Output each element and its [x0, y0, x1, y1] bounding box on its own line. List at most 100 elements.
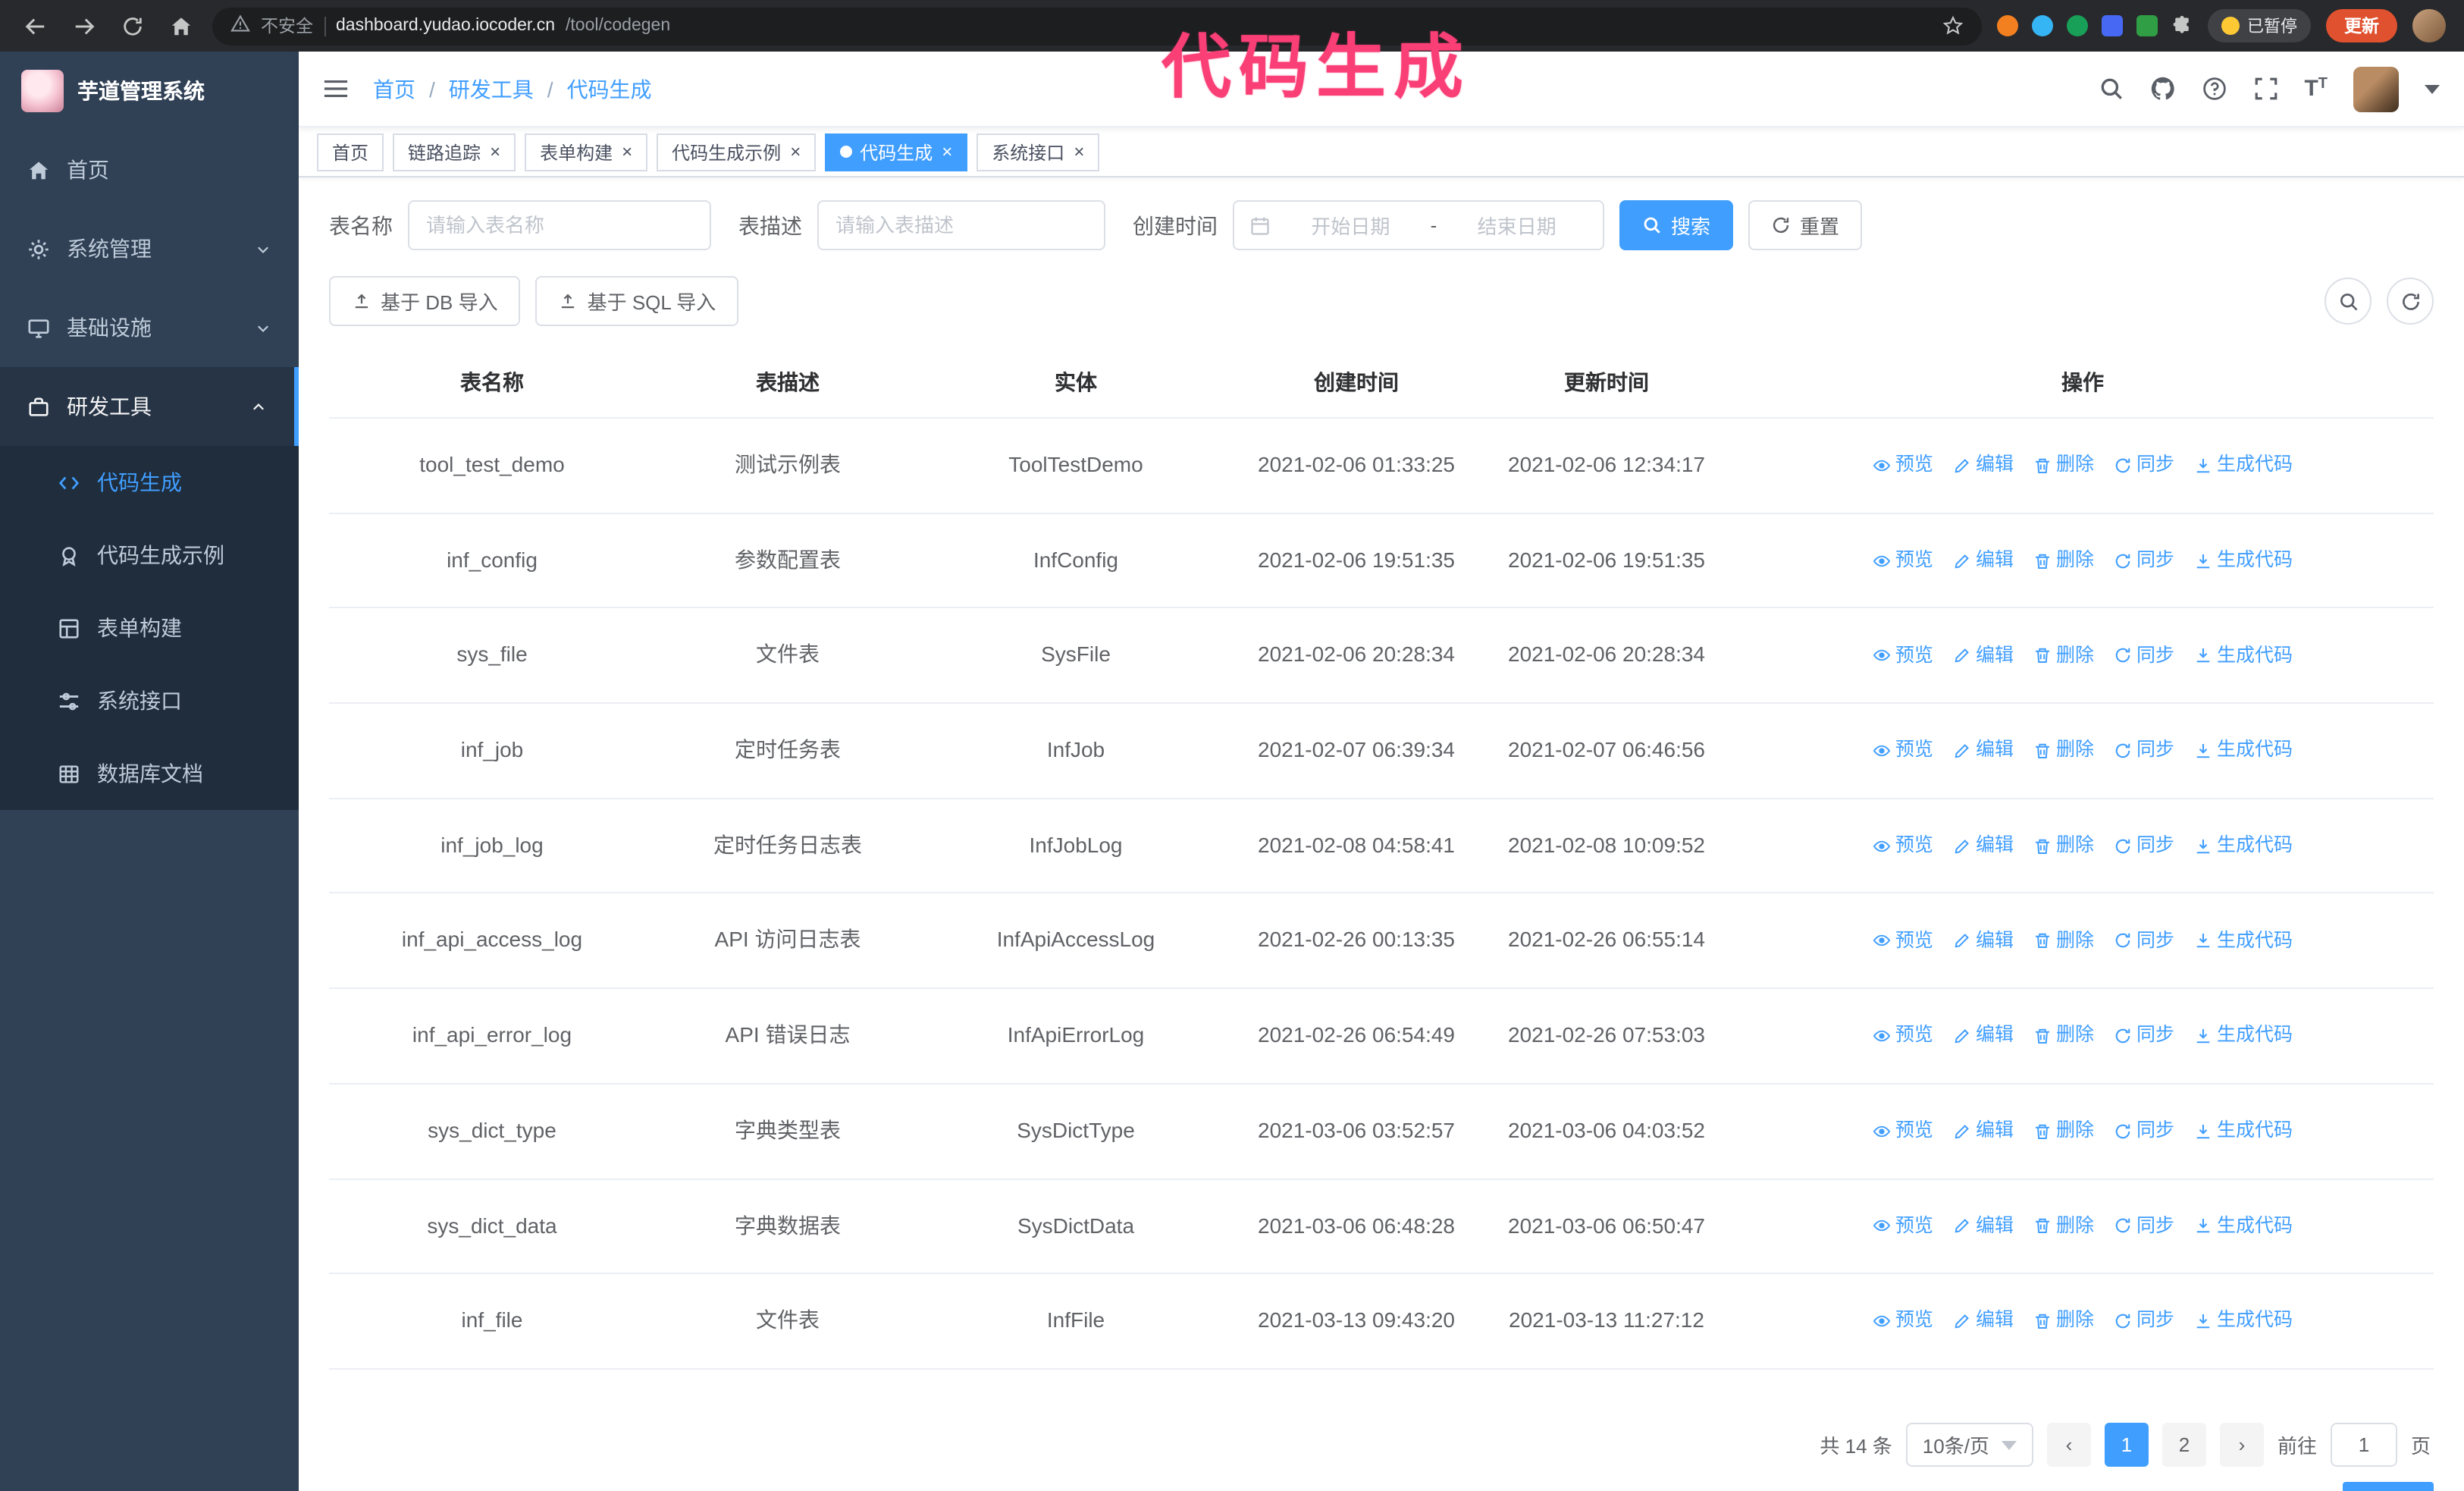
edit-link[interactable]: 编辑 [1953, 546, 2014, 576]
sync-link[interactable]: 同步 [2114, 1022, 2174, 1051]
generate-code-link[interactable]: 生成代码 [2194, 1116, 2293, 1146]
sidebar-item-infra[interactable]: 基础设施 [0, 288, 299, 367]
back-icon[interactable] [18, 9, 52, 42]
sync-link[interactable]: 同步 [2114, 1116, 2174, 1146]
edit-link[interactable]: 编辑 [1953, 1116, 2014, 1146]
close-icon[interactable]: × [1074, 143, 1084, 161]
extension-icon[interactable] [1997, 15, 2018, 36]
generate-code-link[interactable]: 生成代码 [2194, 1307, 2293, 1336]
tab-trace[interactable]: 链路追踪 × [393, 133, 516, 171]
toggle-search-button[interactable] [2324, 278, 2372, 325]
edit-link[interactable]: 编辑 [1953, 736, 2014, 765]
chevron-down-icon[interactable] [2425, 81, 2440, 96]
forward-icon[interactable] [67, 9, 100, 42]
home-icon[interactable] [164, 9, 197, 42]
generate-code-link[interactable]: 生成代码 [2194, 546, 2293, 576]
edit-link[interactable]: 编辑 [1953, 1211, 2014, 1241]
preview-link[interactable]: 预览 [1873, 736, 1933, 765]
sync-link[interactable]: 同步 [2114, 546, 2174, 576]
delete-link[interactable]: 删除 [2033, 831, 2094, 861]
close-icon[interactable]: × [942, 143, 952, 161]
delete-link[interactable]: 删除 [2033, 546, 2094, 576]
import-sql-button[interactable]: 基于 SQL 导入 [535, 276, 739, 326]
delete-link[interactable]: 删除 [2033, 1211, 2094, 1241]
preview-link[interactable]: 预览 [1873, 831, 1933, 861]
edit-link[interactable]: 编辑 [1953, 1022, 2014, 1051]
fullscreen-icon[interactable] [2252, 76, 2278, 102]
create-time-range-picker[interactable]: 开始日期 - 结束日期 [1233, 200, 1604, 250]
reset-button[interactable]: 重置 [1748, 200, 1863, 250]
edit-link[interactable]: 编辑 [1953, 450, 2014, 480]
edit-link[interactable]: 编辑 [1953, 641, 2014, 670]
delete-link[interactable]: 删除 [2033, 450, 2094, 480]
close-icon[interactable]: × [490, 143, 500, 161]
sync-link[interactable]: 同步 [2114, 831, 2174, 861]
tab-codegen[interactable]: 代码生成 × [825, 133, 968, 171]
generate-code-link[interactable]: 生成代码 [2194, 831, 2293, 861]
page-button-2[interactable]: 2 [2161, 1423, 2206, 1467]
page-size-select[interactable]: 10条/页 [1905, 1423, 2033, 1467]
sidebar-item-codegen-example[interactable]: 代码生成示例 [0, 519, 299, 592]
help-icon[interactable] [2201, 76, 2227, 102]
sidebar-item-home[interactable]: 首页 [0, 130, 299, 209]
generate-code-link[interactable]: 生成代码 [2194, 1022, 2293, 1051]
close-icon[interactable]: × [622, 143, 632, 161]
delete-link[interactable]: 删除 [2033, 736, 2094, 765]
tab-form-builder[interactable]: 表单构建 × [525, 133, 648, 171]
generate-code-link[interactable]: 生成代码 [2194, 926, 2293, 956]
prev-page-button[interactable]: ‹ [2046, 1423, 2091, 1467]
breadcrumb-item[interactable]: 研发工具 [449, 74, 534, 104]
extension-icon[interactable] [2067, 15, 2088, 36]
next-page-button[interactable]: › [2219, 1423, 2264, 1467]
table-name-input[interactable] [408, 200, 711, 250]
sidebar-item-codegen[interactable]: 代码生成 [0, 446, 299, 519]
extension-icon[interactable] [2032, 15, 2053, 36]
preview-link[interactable]: 预览 [1873, 1211, 1933, 1241]
page-button-1[interactable]: 1 [2104, 1423, 2149, 1467]
generate-code-link[interactable]: 生成代码 [2194, 450, 2293, 480]
tab-paused-badge[interactable]: 已暂停 [2208, 9, 2311, 42]
delete-link[interactable]: 删除 [2033, 926, 2094, 956]
refresh-table-button[interactable] [2387, 278, 2434, 325]
delete-link[interactable]: 删除 [2033, 641, 2094, 670]
font-size-icon[interactable]: TT [2304, 76, 2328, 102]
preview-link[interactable]: 预览 [1873, 641, 1933, 670]
generate-code-link[interactable]: 生成代码 [2194, 1211, 2293, 1241]
browser-update-button[interactable]: 更新 [2326, 9, 2397, 42]
goto-page-input[interactable] [2330, 1423, 2397, 1467]
tab-system-api[interactable]: 系统接口 × [977, 133, 1100, 171]
github-icon[interactable] [2149, 76, 2175, 102]
preview-link[interactable]: 预览 [1873, 1022, 1933, 1051]
sidebar-toggle-icon[interactable] [323, 76, 349, 102]
close-icon[interactable]: × [790, 143, 801, 161]
sidebar-item-db-doc[interactable]: 数据库文档 [0, 737, 299, 810]
preview-link[interactable]: 预览 [1873, 546, 1933, 576]
reload-icon[interactable] [115, 9, 149, 42]
address-bar[interactable]: 不安全 dashboard.yudao.iocoder.cn /tool/cod… [212, 7, 1982, 45]
browser-profile-avatar[interactable] [2412, 9, 2446, 42]
breadcrumb-item[interactable]: 首页 [373, 74, 415, 104]
sync-link[interactable]: 同步 [2114, 1307, 2174, 1336]
generate-code-link[interactable]: 生成代码 [2194, 641, 2293, 670]
delete-link[interactable]: 删除 [2033, 1307, 2094, 1336]
search-button[interactable]: 搜索 [1619, 200, 1734, 250]
sidebar-item-system[interactable]: 系统管理 [0, 209, 299, 288]
extension-icon[interactable] [2102, 15, 2123, 36]
sidebar-item-form-builder[interactable]: 表单构建 [0, 592, 299, 664]
sidebar-item-system-api[interactable]: 系统接口 [0, 664, 299, 737]
sidebar-item-devtools[interactable]: 研发工具 [0, 367, 299, 446]
preview-link[interactable]: 预览 [1873, 926, 1933, 956]
tab-home[interactable]: 首页 [317, 133, 384, 171]
tab-codegen-example[interactable]: 代码生成示例 × [657, 133, 817, 171]
delete-link[interactable]: 删除 [2033, 1022, 2094, 1051]
sync-link[interactable]: 同步 [2114, 641, 2174, 670]
generate-code-link[interactable]: 生成代码 [2194, 736, 2293, 765]
extension-icon[interactable] [2136, 15, 2158, 36]
edit-link[interactable]: 编辑 [1953, 1307, 2014, 1336]
sync-link[interactable]: 同步 [2114, 450, 2174, 480]
extensions-puzzle-icon[interactable] [2171, 15, 2193, 36]
edit-link[interactable]: 编辑 [1953, 926, 2014, 956]
sync-link[interactable]: 同步 [2114, 1211, 2174, 1241]
delete-link[interactable]: 删除 [2033, 1116, 2094, 1146]
import-db-button[interactable]: 基于 DB 导入 [329, 276, 521, 326]
